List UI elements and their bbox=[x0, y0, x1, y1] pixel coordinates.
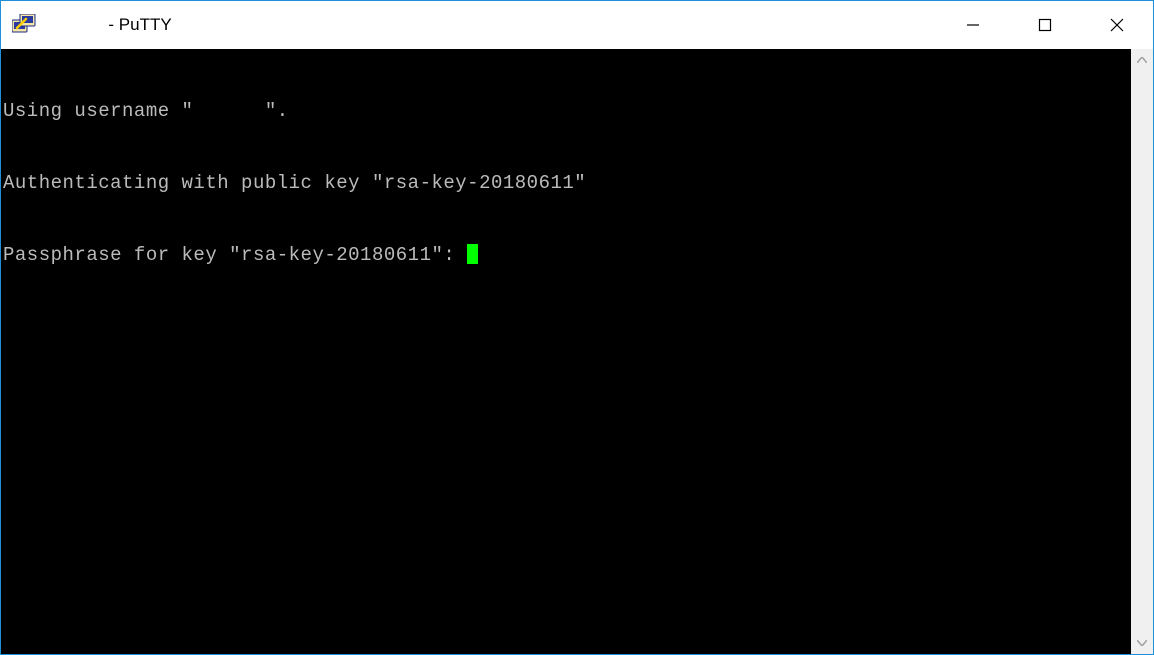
window-title-app: - PuTTY bbox=[108, 15, 171, 35]
putty-window: - PuTTY Using username " ". Authenticati… bbox=[0, 0, 1154, 655]
terminal-cursor bbox=[467, 244, 478, 264]
terminal-prompt: Passphrase for key "rsa-key-20180611": bbox=[3, 244, 467, 266]
terminal-line: Using username " ". bbox=[3, 99, 1129, 123]
scrollbar[interactable] bbox=[1131, 49, 1153, 654]
terminal[interactable]: Using username " ". Authenticating with … bbox=[1, 49, 1131, 654]
client-area: Using username " ". Authenticating with … bbox=[1, 49, 1153, 654]
terminal-line: Passphrase for key "rsa-key-20180611": bbox=[3, 243, 1129, 267]
minimize-button[interactable] bbox=[937, 4, 1009, 46]
putty-icon bbox=[11, 11, 39, 39]
window-title-prefix bbox=[47, 15, 108, 35]
close-button[interactable] bbox=[1081, 4, 1153, 46]
scroll-down-button[interactable] bbox=[1131, 632, 1153, 654]
scroll-track[interactable] bbox=[1131, 71, 1153, 632]
terminal-line: Authenticating with public key "rsa-key-… bbox=[3, 171, 1129, 195]
titlebar[interactable]: - PuTTY bbox=[1, 1, 1153, 49]
maximize-button[interactable] bbox=[1009, 4, 1081, 46]
scroll-up-button[interactable] bbox=[1131, 49, 1153, 71]
